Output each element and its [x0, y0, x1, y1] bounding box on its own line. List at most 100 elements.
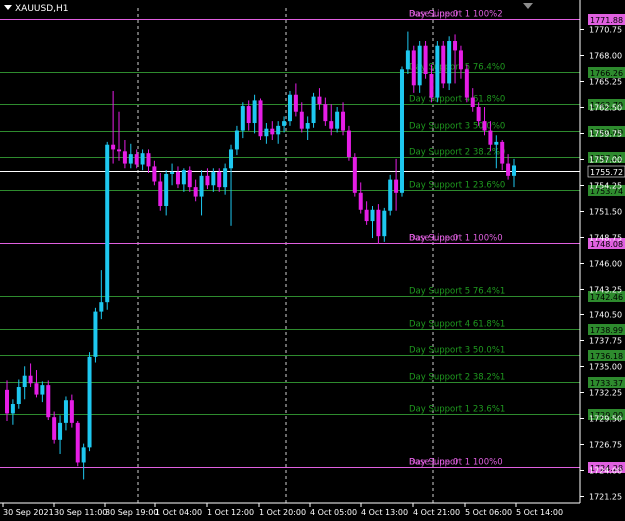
candle-body: [346, 130, 351, 157]
price-tick-label: 1751.50: [589, 208, 622, 217]
candle-body: [22, 375, 27, 388]
candle-body: [494, 141, 499, 145]
candle-body: [282, 121, 287, 126]
candle-body: [34, 383, 39, 395]
candle-body: [246, 106, 251, 124]
candle-body: [234, 130, 239, 150]
candle-body: [305, 123, 310, 129]
candle-body: [170, 172, 175, 174]
candle-body: [264, 128, 269, 137]
candle-body: [488, 130, 493, 145]
price-tick-label: 1757.00: [589, 156, 622, 165]
candle-body: [128, 154, 133, 164]
level-label: Day Support 4 61.8%0: [409, 95, 505, 105]
candle-body: [287, 94, 292, 122]
candle-body: [81, 447, 86, 463]
chart-window[interactable]: XAUUSD,H1 Day Support 1 100%2 Base Line 0…: [0, 0, 625, 521]
candle-body: [158, 181, 163, 206]
candle-body: [187, 170, 192, 188]
price-tick-label: 1754.25: [589, 182, 622, 191]
candle-body: [388, 179, 393, 211]
candle-body: [270, 128, 275, 135]
candle-body: [394, 179, 399, 193]
level-price-label: 1733.37: [590, 379, 623, 388]
candle-body: [193, 187, 198, 197]
candle-body: [205, 175, 210, 186]
candle-body: [458, 50, 463, 70]
candle-body: [293, 94, 298, 112]
candle-body: [441, 45, 446, 84]
candle-body: [417, 45, 422, 86]
candle-body: [134, 154, 139, 165]
support-levels: Day Support 1 100%2Base Line 0Day Suppor…: [0, 10, 580, 468]
candle-body: [276, 125, 281, 135]
price-tick-label: 1735.00: [589, 363, 622, 372]
time-tick-label: 30 Sep 11:00: [54, 508, 107, 517]
candle-body: [5, 389, 9, 414]
candle-body: [229, 149, 234, 169]
candle-body: [370, 209, 375, 222]
time-tick-label: 5 Oct 06:00: [465, 508, 512, 517]
price-chart[interactable]: Day Support 1 100%2Base Line 0Day Suppor…: [0, 0, 625, 521]
price-tick-label: 1748.75: [589, 234, 622, 243]
level-label: Day Support 3 50.0%1: [409, 346, 505, 356]
level-price-label: 1736.18: [590, 352, 623, 361]
candle-body: [211, 172, 216, 186]
time-tick-label: 4 Oct 13:00: [361, 508, 408, 517]
price-tick-label: 1732.25: [589, 389, 622, 398]
candle-body: [52, 417, 57, 440]
candle-body: [352, 156, 357, 193]
candle-body: [99, 302, 104, 312]
candle-body: [317, 96, 322, 105]
candle-body: [199, 175, 204, 197]
candle-body: [87, 356, 92, 448]
candle-body: [482, 121, 487, 131]
candle-body: [117, 149, 122, 152]
candle-body: [470, 97, 475, 107]
candle-body: [329, 121, 334, 129]
candle-body: [453, 41, 458, 51]
level-label: Day Support 5 76.4%0: [409, 63, 505, 73]
price-tick-label: 1762.50: [589, 104, 622, 113]
candle-body: [500, 141, 505, 164]
price-tick-label: 1770.75: [589, 26, 622, 35]
candle-body: [111, 144, 116, 150]
candle-body: [146, 153, 151, 167]
candle-body: [63, 400, 68, 423]
candle-body: [164, 173, 169, 206]
candle-body: [252, 100, 257, 124]
candle-body: [105, 144, 110, 303]
time-tick-label: 30 Sep 2021: [3, 508, 54, 517]
candle-body: [93, 311, 98, 357]
price-tick-label: 1726.75: [589, 441, 622, 450]
price-tick-label: 1746.00: [589, 260, 622, 269]
level-label: Day Support 4 61.8%1: [409, 320, 505, 330]
candle-body: [69, 400, 74, 423]
time-tick-label: 4 Oct 05:00: [310, 508, 357, 517]
level-label: Day Support 1 23.6%1: [409, 405, 505, 415]
candle-body: [75, 422, 80, 463]
time-tick-label: 30 Sep 19:00: [105, 508, 158, 517]
price-tick-label: 1724.00: [589, 467, 622, 476]
candle-body: [140, 153, 145, 165]
candle-body: [175, 172, 180, 185]
candle-body: [364, 209, 369, 222]
candle-body: [399, 69, 404, 193]
candle-body: [217, 172, 222, 188]
candle-body: [405, 50, 410, 70]
candle-body: [46, 385, 51, 418]
price-tick-label: 1729.50: [589, 415, 622, 424]
candle-body: [258, 100, 263, 137]
candle-body: [122, 151, 127, 164]
price-tick-label: 1759.75: [589, 130, 622, 139]
candle-body: [10, 404, 15, 414]
level-label: Base Line 0: [409, 234, 458, 244]
candle-body: [506, 163, 511, 176]
price-tick-label: 1721.25: [589, 493, 622, 502]
level-label: Base Line 0: [409, 10, 458, 20]
candle-body: [423, 45, 428, 74]
candle-body: [181, 170, 186, 185]
candle-body: [341, 111, 346, 131]
time-tick-label: 4 Oct 21:00: [413, 508, 460, 517]
time-tick-label: 1 Oct 12:00: [207, 508, 254, 517]
